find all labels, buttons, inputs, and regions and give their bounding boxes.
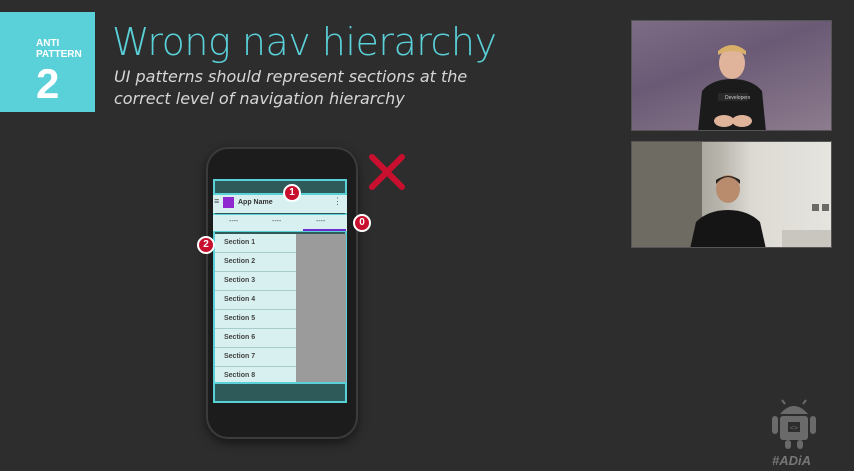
co-presenter-image	[632, 142, 831, 247]
drawer-section: Section 4	[215, 291, 296, 310]
shirt-text: Developers	[725, 95, 751, 101]
android-dev-logo: <>	[772, 399, 816, 449]
section-label: Section 4	[224, 296, 256, 303]
section-label: Section 6	[224, 334, 256, 341]
section-label: Section 8	[224, 372, 256, 379]
drawer-section: Section 7	[215, 348, 296, 367]
drawer-section: Section 8	[215, 367, 296, 382]
mock-tab-indicator	[303, 229, 346, 231]
slide-title: Wrong nav hierarchy	[112, 20, 497, 64]
svg-text:<>: <>	[790, 424, 798, 432]
hamburger-icon: ≡	[214, 196, 220, 206]
drawer-section: Section 3	[215, 272, 296, 291]
drawer-scrim	[296, 234, 346, 382]
badge-number: 2	[36, 60, 60, 107]
overflow-menu-icon: ⋮	[333, 196, 342, 206]
section-label: Section 5	[224, 315, 256, 322]
drawer-section: Section 6	[215, 329, 296, 348]
drawer-section: Section 5	[215, 310, 296, 329]
marker-1: 1	[283, 184, 301, 202]
section-label: Section 2	[224, 258, 256, 265]
badge-line-1: ANTI	[36, 38, 60, 49]
presenter-webcam: Developers	[631, 20, 832, 131]
app-icon	[223, 197, 234, 208]
anti-pattern-badge: ANTI PATTERN 2	[0, 12, 95, 112]
mock-bottom-bar	[213, 382, 347, 403]
drawer-section: Section 1	[215, 234, 296, 253]
mock-tab-1: ----	[229, 218, 239, 225]
co-presenter-webcam	[631, 141, 832, 248]
mock-app-name: App Name	[238, 199, 273, 206]
slide-subtitle: UI patterns should represent sections at…	[114, 67, 468, 108]
event-hashtag: #ADiA	[772, 453, 812, 468]
marker-2: 2	[197, 236, 215, 254]
mock-nav-drawer: Section 1 Section 2 Section 3 Section 4 …	[215, 234, 296, 382]
wrong-x-icon	[369, 154, 405, 190]
badge-line-2: PATTERN	[36, 49, 82, 60]
section-label: Section 7	[224, 353, 256, 360]
mock-tab-3: ----	[316, 218, 326, 225]
section-label: Section 3	[224, 277, 256, 284]
presenter-image	[698, 45, 766, 130]
section-label: Section 1	[224, 239, 256, 246]
marker-0: 0	[353, 214, 371, 232]
drawer-section: Section 2	[215, 253, 296, 272]
mock-tab-2: ----	[272, 218, 282, 225]
